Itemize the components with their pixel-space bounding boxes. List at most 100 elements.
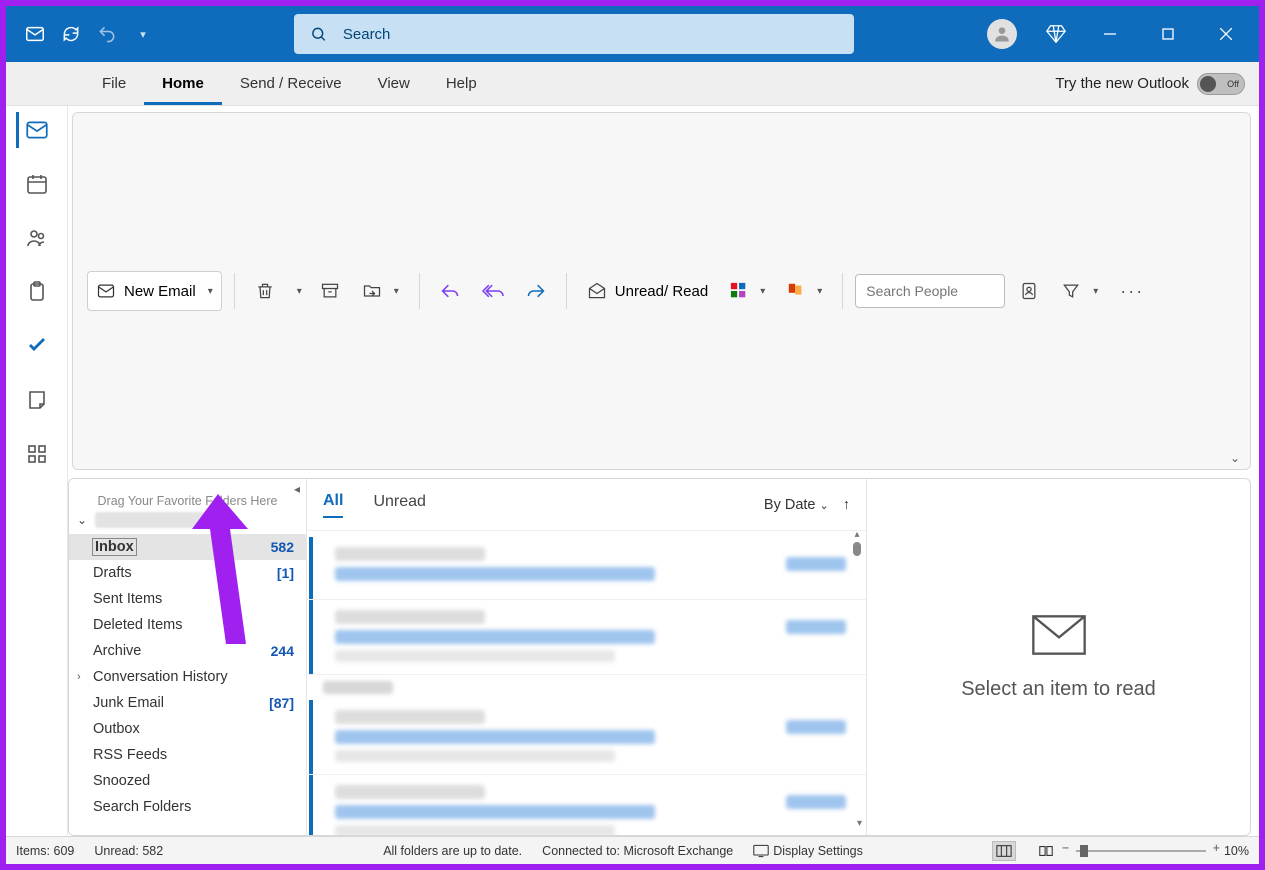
archive-button[interactable] — [312, 271, 348, 311]
chevron-down-icon: ▾ — [208, 286, 213, 297]
message-group-header[interactable] — [307, 675, 866, 700]
folder-snoozed[interactable]: Snoozed — [69, 768, 306, 794]
menu-view[interactable]: View — [360, 62, 428, 105]
sort-by-button[interactable]: By Date ⌄ — [764, 497, 829, 513]
flag-button[interactable]: ▾ — [779, 271, 830, 311]
favorites-drag-hint: Drag Your Favorite Folders Here — [79, 494, 296, 508]
zoom-level: 10% — [1224, 844, 1249, 858]
rail-todo[interactable] — [19, 328, 55, 364]
more-commands-button[interactable]: ··· — [1112, 271, 1152, 311]
categorize-button[interactable]: ▾ — [722, 271, 773, 311]
folder-label: Junk Email — [93, 695, 164, 711]
minimize-button[interactable] — [1095, 28, 1125, 40]
folder-sent-items[interactable]: Sent Items — [69, 586, 306, 612]
reply-all-icon — [482, 281, 504, 301]
tab-all[interactable]: All — [323, 492, 343, 518]
menu-help[interactable]: Help — [428, 62, 495, 105]
folder-label: Conversation History — [93, 669, 228, 685]
folder-label: RSS Feeds — [93, 747, 167, 763]
forward-icon — [526, 281, 546, 301]
delete-dropdown[interactable]: ▾ — [289, 271, 306, 311]
reply-all-button[interactable] — [474, 271, 512, 311]
try-new-outlook[interactable]: Try the new Outlook Off — [1055, 73, 1245, 95]
message-item[interactable] — [307, 775, 866, 835]
close-button[interactable] — [1211, 28, 1241, 40]
folder-drafts[interactable]: Drafts[1] — [69, 560, 306, 586]
people-icon — [25, 226, 49, 250]
menu-home[interactable]: Home — [144, 62, 222, 105]
folder-archive[interactable]: Archive244 — [69, 638, 306, 664]
message-item[interactable] — [307, 700, 866, 775]
view-normal-button[interactable] — [992, 841, 1016, 861]
maximize-button[interactable] — [1153, 28, 1183, 40]
folder-outbox[interactable]: Outbox — [69, 716, 306, 742]
folder-count: [1] — [277, 565, 294, 581]
status-sync: All folders are up to date. — [383, 844, 522, 858]
new-email-button[interactable]: New Email ▾ — [87, 271, 222, 311]
categories-icon — [730, 282, 748, 300]
rail-more-apps[interactable] — [19, 436, 55, 472]
search-box[interactable] — [294, 14, 854, 54]
account-name-redacted — [95, 512, 235, 528]
sort-direction-button[interactable]: ↑ — [843, 497, 850, 513]
reply-button[interactable] — [432, 271, 468, 311]
folder-label: Deleted Items — [93, 617, 182, 633]
folder-conversation-history[interactable]: ›Conversation History — [69, 664, 306, 690]
folder-label: Snoozed — [93, 773, 150, 789]
folder-search-folders[interactable]: Search Folders — [69, 794, 306, 820]
sync-icon[interactable] — [60, 23, 82, 45]
archive-icon — [320, 281, 340, 301]
folder-label: Inbox — [93, 539, 136, 555]
try-new-toggle[interactable]: Off — [1197, 73, 1245, 95]
zoom-slider[interactable] — [1076, 850, 1206, 852]
display-settings-button[interactable]: Display Settings — [753, 844, 863, 858]
other-accounts — [69, 830, 306, 836]
menu-send-receive[interactable]: Send / Receive — [222, 62, 360, 105]
view-reading-button[interactable] — [1034, 841, 1058, 861]
envelope-open-icon — [587, 281, 607, 301]
reading-pane-empty-text: Select an item to read — [961, 678, 1156, 701]
account-avatar[interactable] — [987, 19, 1017, 49]
filter-button[interactable]: ▾ — [1053, 271, 1106, 311]
todo-check-icon — [25, 334, 49, 358]
status-connection: Connected to: Microsoft Exchange — [542, 844, 733, 858]
collapse-folder-pane-icon[interactable]: ◂ — [294, 482, 300, 496]
folder-rss-feeds[interactable]: RSS Feeds — [69, 742, 306, 768]
address-book-button[interactable] — [1011, 271, 1047, 311]
folder-pane: ◂ Drag Your Favorite Folders Here ⌄ Inbo… — [69, 478, 307, 835]
rail-mail[interactable] — [19, 112, 55, 148]
unread-read-button[interactable]: Unread/ Read — [579, 271, 716, 311]
apps-grid-icon — [25, 442, 49, 466]
mail-icon — [96, 281, 116, 301]
tab-unread[interactable]: Unread — [373, 493, 425, 517]
qat-dropdown-icon[interactable]: ▾ — [132, 23, 154, 45]
unread-read-label: Unread/ Read — [615, 283, 708, 300]
rail-notes[interactable] — [19, 382, 55, 418]
try-new-label: Try the new Outlook — [1055, 75, 1189, 92]
menu-file[interactable]: File — [84, 62, 144, 105]
rail-calendar[interactable] — [19, 166, 55, 202]
search-people-input[interactable] — [855, 274, 1005, 308]
undo-icon[interactable] — [96, 23, 118, 45]
move-button[interactable]: ▾ — [354, 271, 407, 311]
rail-tasks[interactable] — [19, 274, 55, 310]
chevron-down-icon: ⌄ — [77, 513, 87, 527]
folder-deleted-items[interactable]: Deleted Items — [69, 612, 306, 638]
navigation-rail — [6, 106, 68, 836]
search-input[interactable] — [343, 26, 838, 43]
ribbon-expand-icon[interactable]: ⌄ — [1230, 451, 1240, 465]
rail-people[interactable] — [19, 220, 55, 256]
forward-button[interactable] — [518, 271, 554, 311]
message-item[interactable] — [307, 600, 866, 675]
diamond-icon[interactable] — [1045, 23, 1067, 45]
address-book-icon — [1019, 281, 1039, 301]
message-item[interactable] — [307, 537, 866, 600]
folder-junk-email[interactable]: Junk Email[87] — [69, 690, 306, 716]
folder-inbox[interactable]: Inbox582 — [69, 534, 306, 560]
folder-label: Archive — [93, 643, 141, 659]
delete-button[interactable] — [247, 271, 283, 311]
reply-icon — [440, 281, 460, 301]
scroll-down-arrow[interactable]: ▾ — [857, 818, 862, 829]
account-header[interactable]: ⌄ — [69, 508, 306, 532]
person-icon — [992, 24, 1012, 44]
